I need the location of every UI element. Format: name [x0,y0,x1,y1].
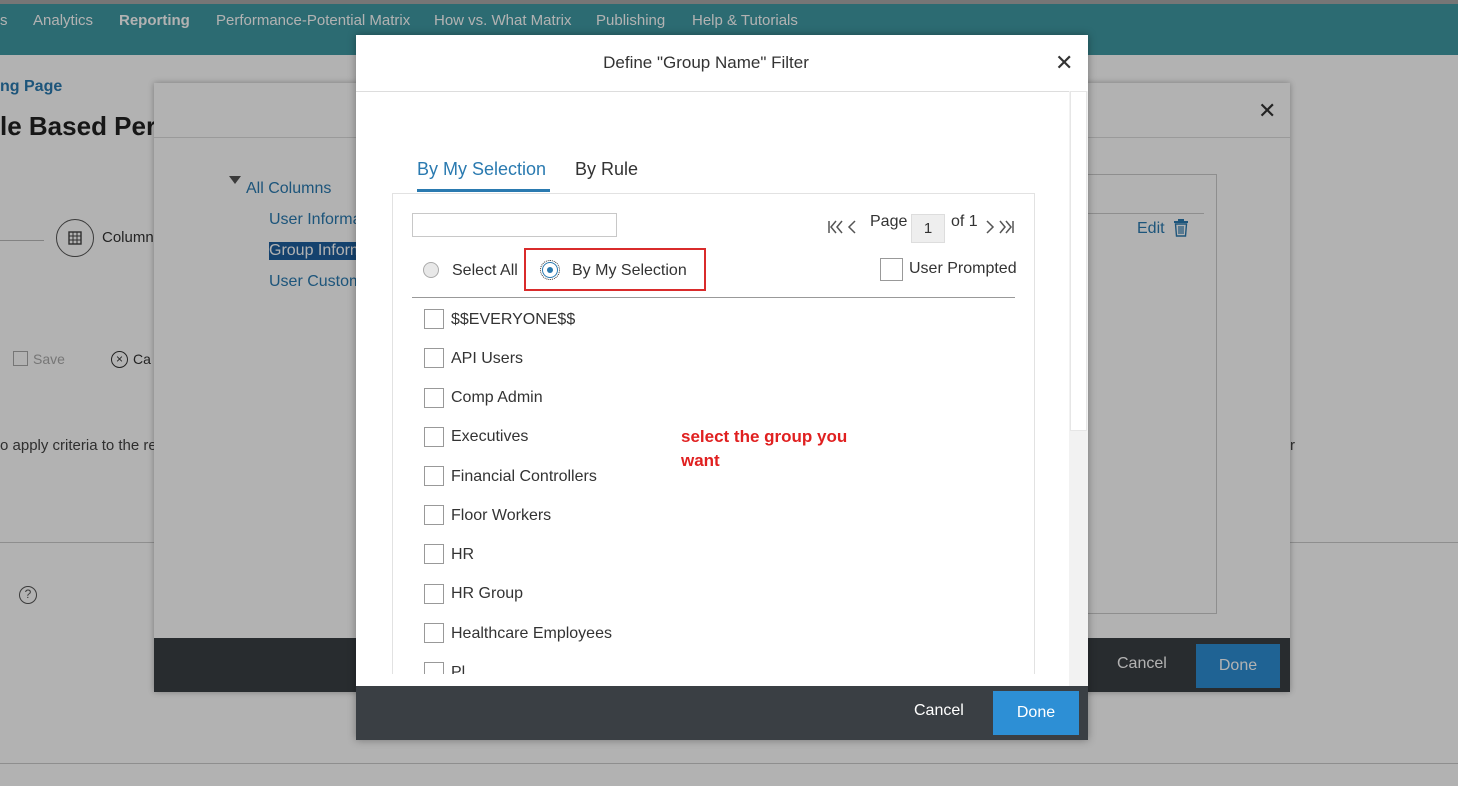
group-label: Comp Admin [451,389,543,406]
select-all-radio[interactable] [423,262,439,278]
page-label: Page [870,213,908,230]
dialog-footer: Cancel Done [356,686,1088,740]
group-checkbox[interactable] [424,427,444,447]
scrollbar-thumb[interactable] [1070,91,1087,431]
last-page-icon[interactable] [999,220,1015,239]
tab-by-my-selection[interactable]: By My Selection [417,159,546,180]
group-label: Healthcare Employees [451,625,612,642]
group-checkbox[interactable] [424,544,444,564]
group-label: Financial Controllers [451,468,597,485]
group-checkbox[interactable] [424,505,444,525]
next-page-icon[interactable] [985,220,995,239]
group-checkbox[interactable] [424,348,444,368]
page-number-field[interactable]: 1 [911,214,945,243]
group-filter-dialog: Define "Group Name" Filter ✕ By My Selec… [356,35,1088,740]
group-checkbox[interactable] [424,662,444,674]
first-page-icon[interactable] [827,220,843,239]
group-checkbox[interactable] [424,466,444,486]
group-checkbox[interactable] [424,309,444,329]
search-input[interactable] [412,213,617,237]
user-prompted-checkbox[interactable] [880,258,903,281]
page-of-label: of 1 [951,213,978,230]
group-label: Floor Workers [451,507,552,524]
annotation-text: select the group you want [681,427,848,470]
cancel-button[interactable]: Cancel [914,702,964,720]
group-label: Executives [451,428,529,445]
select-all-label: Select All [452,262,518,279]
group-label: API Users [451,350,524,367]
group-label: HR Group [451,585,524,602]
user-prompted-label: User Prompted [909,260,1017,277]
highlight-box [524,248,706,291]
group-checkbox[interactable] [424,388,444,408]
group-label: Pl [451,664,466,674]
group-checkbox[interactable] [424,623,444,643]
done-button[interactable]: Done [993,691,1079,735]
tab-by-rule[interactable]: By Rule [575,159,638,180]
active-tab-indicator [417,189,550,192]
dialog-header: Define "Group Name" Filter ✕ [356,35,1088,92]
dialog-title: Define "Group Name" Filter [603,53,809,72]
group-label: HR [451,546,475,563]
group-checkbox[interactable] [424,584,444,604]
list-divider [412,297,1015,298]
prev-page-icon[interactable] [847,220,857,239]
dialog-scrollbar[interactable] [1069,91,1088,686]
group-label: $$EVERYONE$$ [451,311,576,328]
close-icon[interactable]: ✕ [1055,52,1073,74]
